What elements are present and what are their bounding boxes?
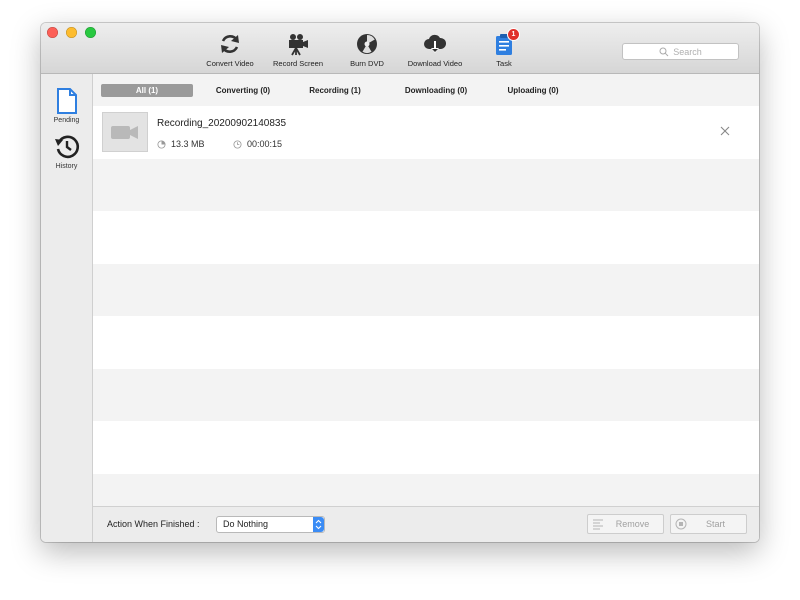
remove-button[interactable]: Remove — [587, 514, 664, 534]
sidebar-item-history[interactable]: History — [41, 134, 92, 170]
duration-value: 00:00:15 — [247, 139, 283, 149]
disc-icon — [355, 32, 379, 56]
sidebar-item-label: History — [55, 163, 78, 170]
download-video-label: Download Video — [407, 59, 463, 68]
toolbar: Convert Video Record Screen Burn DVD Dow… — [41, 23, 759, 74]
task-button[interactable]: 1 Task — [464, 28, 544, 68]
stop-circle-icon — [675, 518, 687, 530]
maximize-window-button[interactable] — [85, 27, 96, 38]
search-icon — [659, 47, 669, 56]
app-window: Convert Video Record Screen Burn DVD Dow… — [41, 23, 759, 542]
select-value: Do Nothing — [223, 519, 269, 529]
chevron-updown-icon — [313, 517, 324, 532]
pie-icon — [157, 139, 166, 149]
record-screen-label: Record Screen — [272, 59, 324, 68]
list-row — [93, 158, 759, 211]
main-panel: All (1) Converting (0) Recording (1) Dow… — [93, 74, 759, 542]
start-button[interactable]: Start — [670, 514, 747, 534]
task-count-badge: 1 — [507, 28, 520, 41]
action-when-finished-label: Action When Finished : — [107, 519, 200, 529]
download-video-button[interactable]: Download Video — [395, 32, 475, 68]
action-when-finished-select[interactable]: Do Nothing — [216, 516, 325, 533]
video-thumbnail — [102, 112, 148, 152]
sidebar-item-pending[interactable]: Pending — [41, 88, 92, 124]
sidebar-item-label: Pending — [53, 117, 80, 124]
tab-recording[interactable]: Recording (1) — [293, 84, 377, 97]
task-title: Recording_20200902140835 — [157, 118, 287, 129]
minimize-window-button[interactable] — [66, 27, 77, 38]
video-camera-icon — [111, 126, 138, 139]
record-screen-button[interactable]: Record Screen — [258, 32, 338, 68]
list-row — [93, 421, 759, 474]
task-list — [93, 106, 759, 526]
footer-bar: Action When Finished : Do Nothing Remove… — [93, 506, 759, 542]
list-row — [93, 368, 759, 421]
close-window-button[interactable] — [47, 27, 58, 38]
remove-item-icon[interactable] — [719, 125, 731, 137]
video-camera-icon — [286, 32, 310, 56]
task-item[interactable]: Recording_20200902140835 13.3 MB 00:00:1… — [93, 106, 759, 158]
tab-downloading[interactable]: Downloading (0) — [393, 84, 479, 97]
list-row — [93, 211, 759, 264]
list-row — [93, 316, 759, 369]
tab-converting[interactable]: Converting (0) — [199, 84, 287, 97]
history-icon — [54, 135, 79, 159]
duration: 00:00:15 — [233, 139, 282, 149]
window-controls — [47, 27, 96, 38]
clipboard-icon: 1 — [492, 28, 520, 56]
file-size: 13.3 MB — [157, 139, 205, 149]
file-size-value: 13.3 MB — [171, 139, 205, 149]
filter-tabs: All (1) Converting (0) Recording (1) Dow… — [93, 74, 759, 106]
convert-video-label: Convert Video — [206, 59, 254, 68]
tab-all[interactable]: All (1) — [101, 84, 193, 97]
task-label: Task — [496, 59, 512, 68]
refresh-icon — [218, 32, 242, 56]
list-remove-icon — [593, 519, 603, 530]
burn-dvd-label: Burn DVD — [350, 59, 384, 68]
tab-uploading[interactable]: Uploading (0) — [491, 84, 575, 97]
sidebar: Pending History — [41, 74, 93, 542]
document-icon — [56, 88, 77, 114]
clock-icon — [233, 139, 242, 149]
cloud-download-icon — [423, 32, 447, 56]
list-row — [93, 263, 759, 316]
search-input[interactable]: Search — [622, 43, 739, 60]
search-placeholder: Search — [673, 46, 702, 57]
